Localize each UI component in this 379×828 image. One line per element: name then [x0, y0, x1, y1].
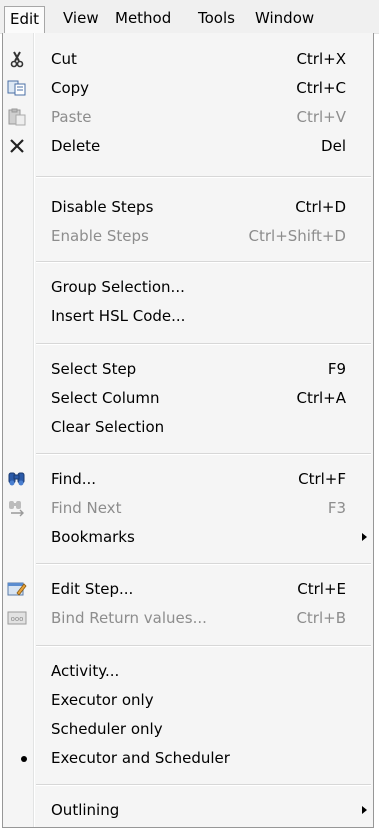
- menu-item-clear-selection[interactable]: Clear Selection: [3, 413, 373, 442]
- menu-item-label: Group Selection...: [51, 278, 185, 296]
- menu-item-label: Find Next: [51, 499, 122, 517]
- menu-item-activity[interactable]: Activity...: [3, 657, 373, 686]
- menu-item-delete[interactable]: Delete Del: [3, 132, 373, 161]
- shortcut-label: F3: [327, 499, 346, 517]
- menu-item-scheduler-only[interactable]: Scheduler only: [3, 715, 373, 744]
- menu-item-label: Cut: [51, 50, 77, 68]
- menu-item-label: Executor only: [51, 691, 154, 709]
- menu-item-find-next[interactable]: Find Next F3: [3, 494, 373, 523]
- menu-item-find[interactable]: Find... Ctrl+F: [3, 465, 373, 494]
- menu-item-label: Copy: [51, 79, 90, 97]
- menu-item-copy[interactable]: Copy Ctrl+C: [3, 74, 373, 103]
- menu-item-label: Activity...: [51, 662, 120, 680]
- menu-item-label: Bind Return values...: [51, 609, 207, 627]
- menu-bar: Edit View Method Tools Window: [0, 0, 379, 34]
- menu-item-label: Select Step: [51, 360, 137, 378]
- menu-item-label: Delete: [51, 137, 101, 155]
- menu-separator: [36, 563, 371, 565]
- menu-view[interactable]: View: [58, 5, 104, 31]
- menu-separator: [36, 176, 371, 178]
- submenu-arrow-icon: [362, 806, 367, 814]
- menu-separator: [36, 261, 371, 263]
- menu-item-label: Clear Selection: [51, 418, 165, 436]
- shortcut-label: Ctrl+F: [298, 470, 346, 488]
- menu-item-label: Outlining: [51, 801, 120, 819]
- shortcut-label: Ctrl+C: [296, 79, 346, 97]
- menu-item-executor-and-scheduler[interactable]: Executor and Scheduler: [3, 744, 373, 773]
- shortcut-label: Ctrl+D: [295, 198, 346, 216]
- menu-item-label: Disable Steps: [51, 198, 154, 216]
- shortcut-label: F9: [327, 360, 346, 378]
- menu-item-enable-steps[interactable]: Enable Steps Ctrl+Shift+D: [3, 222, 373, 251]
- menu-item-group-selection[interactable]: Group Selection...: [3, 273, 373, 302]
- menu-item-label: Insert HSL Code...: [51, 307, 186, 325]
- binoculars-icon: [7, 469, 27, 489]
- menu-item-insert-hsl-code[interactable]: Insert HSL Code...: [3, 302, 373, 331]
- menu-item-label: Paste: [51, 108, 92, 126]
- menu-item-label: Edit Step...: [51, 580, 134, 598]
- menu-item-select-column[interactable]: Select Column Ctrl+A: [3, 384, 373, 413]
- shortcut-label: Ctrl+E: [297, 580, 346, 598]
- menu-item-outlining[interactable]: Outlining: [3, 796, 373, 825]
- menu-item-bookmarks[interactable]: Bookmarks: [3, 523, 373, 552]
- menu-item-label: Enable Steps: [51, 227, 149, 245]
- shortcut-label: Del: [321, 137, 346, 155]
- bind-icon: ooo: [7, 608, 27, 628]
- menu-tools[interactable]: Tools: [193, 5, 240, 31]
- menu-item-cut[interactable]: Cut Ctrl+X: [3, 45, 373, 74]
- svg-text:ooo: ooo: [11, 615, 24, 623]
- shortcut-label: Ctrl+V: [296, 108, 346, 126]
- edit-dropdown-menu: Cut Ctrl+X Copy Ctrl+C Paste Ctrl+V Dele…: [2, 33, 374, 828]
- menu-method[interactable]: Method: [110, 5, 176, 31]
- shortcut-label: Ctrl+A: [296, 389, 346, 407]
- paste-icon: [7, 107, 27, 127]
- shortcut-label: Ctrl+B: [296, 609, 346, 627]
- copy-icon: [7, 78, 27, 98]
- find-next-icon: [7, 498, 27, 518]
- menu-item-bind-return-values[interactable]: ooo Bind Return values... Ctrl+B: [3, 604, 373, 633]
- scissors-icon: [7, 49, 27, 69]
- shortcut-label: Ctrl+Shift+D: [248, 227, 346, 245]
- menu-item-label: Scheduler only: [51, 720, 163, 738]
- menu-separator: [36, 784, 371, 786]
- menu-separator: [36, 453, 371, 455]
- shortcut-label: Ctrl+X: [296, 50, 346, 68]
- menu-item-edit-step[interactable]: Edit Step... Ctrl+E: [3, 575, 373, 604]
- menu-separator: [36, 645, 371, 647]
- menu-item-disable-steps[interactable]: Disable Steps Ctrl+D: [3, 193, 373, 222]
- delete-x-icon: [7, 136, 27, 156]
- edit-step-icon: [7, 579, 27, 599]
- menu-item-label: Bookmarks: [51, 528, 135, 546]
- selected-bullet-icon: [21, 756, 27, 762]
- menu-separator: [36, 343, 371, 345]
- menu-item-label: Select Column: [51, 389, 160, 407]
- submenu-arrow-icon: [362, 533, 367, 541]
- menu-item-select-step[interactable]: Select Step F9: [3, 355, 373, 384]
- menu-item-label: Executor and Scheduler: [51, 749, 230, 767]
- menu-item-executor-only[interactable]: Executor only: [3, 686, 373, 715]
- menu-item-paste[interactable]: Paste Ctrl+V: [3, 103, 373, 132]
- menu-item-label: Find...: [51, 470, 97, 488]
- menu-window[interactable]: Window: [250, 5, 319, 31]
- menu-edit[interactable]: Edit: [4, 6, 46, 33]
